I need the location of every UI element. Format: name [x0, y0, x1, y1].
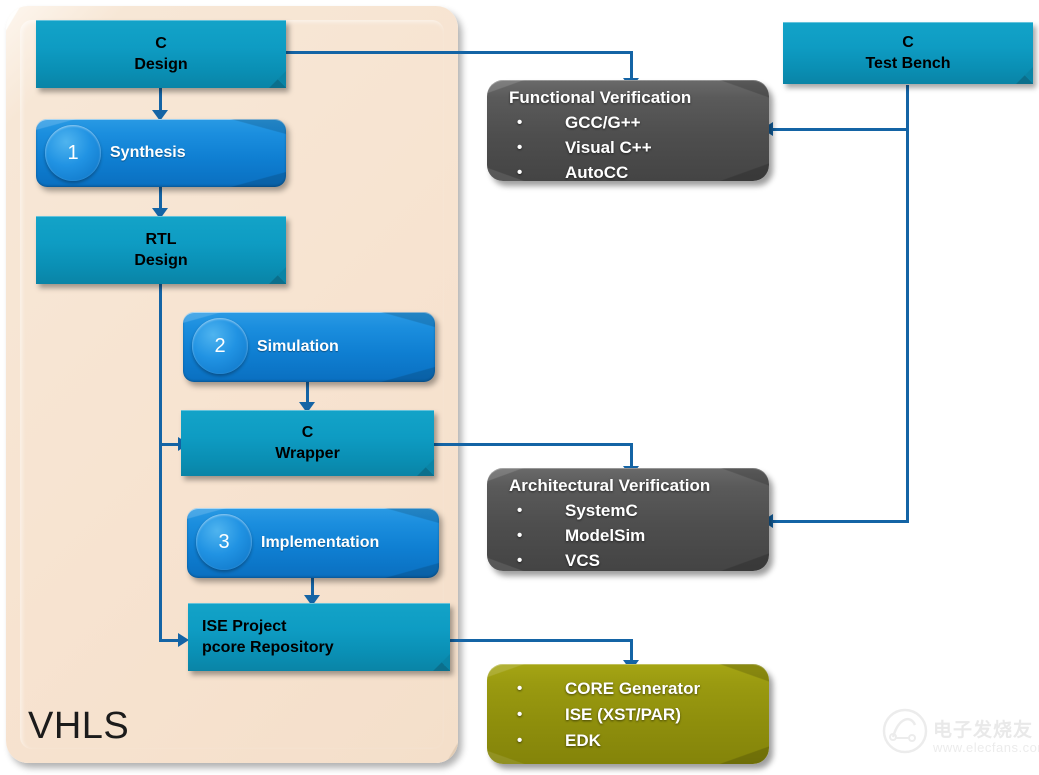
connector-cwrapper-to-archver-h — [434, 443, 633, 446]
step-synthesis[interactable]: 1 Synthesis — [36, 119, 286, 187]
step-label-simulation: Simulation — [257, 338, 339, 355]
watermark-url: www.elecfans.com — [933, 740, 1039, 755]
highlight — [181, 410, 434, 411]
list-item: AutoCC — [487, 160, 769, 181]
step-number-badge: 1 — [45, 125, 101, 181]
diagram-canvas: VHLS C Design RTL Design C Wrapper ISE P… — [0, 0, 1039, 775]
watermark-text: 电子发烧友 — [933, 720, 1034, 741]
connector-rtl-spine — [159, 278, 162, 642]
connector-cdesign-to-funcver-v — [630, 51, 633, 80]
panel-functional-verification[interactable]: Functional Verification GCC/G++ Visual C… — [487, 80, 769, 181]
corner-fold-icon — [1016, 67, 1033, 84]
box-c-test-bench[interactable]: C Test Bench — [783, 22, 1033, 84]
list-item: EDK — [487, 728, 769, 754]
list-item: ISE (XST/PAR) — [487, 702, 769, 728]
architectural-verification-list: SystemC ModelSim VCS — [487, 498, 769, 571]
corner-fold-icon — [417, 459, 434, 476]
box-rtl-design[interactable]: RTL Design — [36, 216, 286, 284]
step-label-implementation: Implementation — [261, 534, 380, 551]
connector-cdesign-to-funcver-h — [285, 51, 633, 54]
step-number-badge: 3 — [196, 514, 252, 570]
step-simulation[interactable]: 2 Simulation — [183, 312, 435, 382]
architectural-verification-title: Architectural Verification — [509, 476, 711, 495]
corner-fold-icon — [269, 71, 286, 88]
box-c-wrapper[interactable]: C Wrapper — [181, 410, 434, 476]
vhls-label: VHLS — [28, 705, 130, 747]
list-item: Visual C++ — [487, 135, 769, 160]
rtl-design-line2: Design — [134, 252, 188, 269]
box-ise-project[interactable]: ISE Project pcore Repository — [188, 603, 450, 671]
panel-implementation-tools[interactable]: CORE Generator ISE (XST/PAR) EDK — [487, 664, 769, 764]
step-label-synthesis: Synthesis — [110, 144, 186, 161]
c-test-bench-line2: Test Bench — [865, 55, 951, 72]
c-wrapper-line1: C — [301, 424, 314, 441]
step-implementation[interactable]: 3 Implementation — [187, 508, 439, 578]
highlight — [36, 20, 286, 21]
list-item: SystemC — [487, 498, 769, 523]
box-c-design[interactable]: C Design — [36, 20, 286, 88]
implementation-tools-list: CORE Generator ISE (XST/PAR) EDK — [487, 676, 769, 754]
connector-testbench-to-funcver — [772, 128, 909, 131]
list-item: ModelSim — [487, 523, 769, 548]
highlight — [188, 603, 450, 604]
connector-testbench-spine — [906, 85, 909, 522]
functional-verification-title: Functional Verification — [509, 88, 692, 107]
rtl-design-line1: RTL — [145, 231, 177, 248]
list-item: CORE Generator — [487, 676, 769, 702]
ise-project-line2: pcore Repository — [202, 639, 334, 656]
corner-fold-icon — [269, 267, 286, 284]
highlight — [36, 216, 286, 217]
highlight — [783, 22, 1033, 23]
watermark: 电子发烧友 www.elecfans.com — [881, 707, 1039, 769]
connector-testbench-to-archver — [772, 520, 909, 523]
c-wrapper-line2: Wrapper — [275, 445, 340, 462]
list-item: VCS — [487, 548, 769, 571]
ise-project-line1: ISE Project — [202, 618, 287, 635]
list-item: GCC/G++ — [487, 110, 769, 135]
connector-iseproject-to-tools-h — [436, 639, 633, 642]
panel-architectural-verification[interactable]: Architectural Verification SystemC Model… — [487, 468, 769, 571]
corner-fold-icon — [433, 654, 450, 671]
elecfans-logo-icon — [882, 708, 928, 754]
functional-verification-list: GCC/G++ Visual C++ AutoCC — [487, 110, 769, 181]
c-design-line1: C — [155, 35, 167, 52]
c-test-bench-line1: C — [902, 34, 914, 51]
step-number-badge: 2 — [192, 318, 248, 374]
c-design-line2: Design — [134, 56, 188, 73]
